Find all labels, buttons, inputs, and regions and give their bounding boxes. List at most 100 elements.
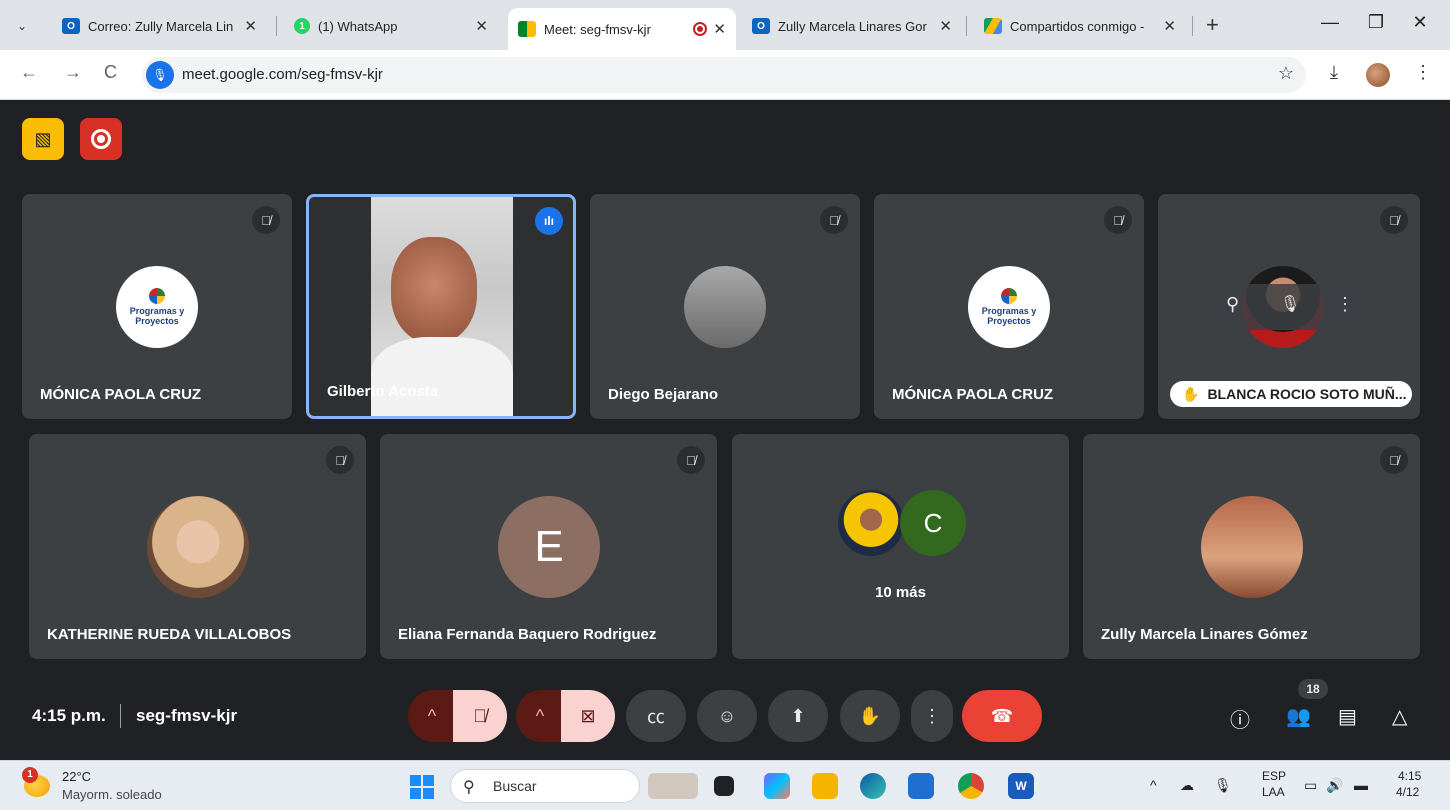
participant-avatar	[838, 490, 904, 556]
browser-toolbar: ← → C 🎙 meet.google.com/seg-fmsv-kjr ☆ ⤓…	[0, 50, 1450, 100]
audio-options-chevron-icon[interactable]: ^	[408, 690, 456, 742]
display-icon[interactable]: ▭	[1304, 777, 1317, 794]
participant-tile[interactable]: 🎙̸ Programas y Proyectos MÓNICA PAOLA CR…	[22, 194, 292, 419]
taskbar-date[interactable]: 4/12	[1396, 785, 1419, 799]
onedrive-icon[interactable]: ☁	[1180, 777, 1194, 794]
chat-icon[interactable]: ▤	[1338, 704, 1357, 729]
store-icon[interactable]	[908, 773, 934, 799]
more-options-button[interactable]: ⋮	[911, 690, 953, 742]
taskbar-search[interactable]: ⚲ Buscar	[450, 769, 640, 803]
tab-title: Compartidos conmigo -	[1010, 18, 1145, 34]
search-icon: ⚲	[463, 779, 475, 796]
more-options-icon[interactable]: ⋮	[1336, 294, 1354, 315]
participant-tile[interactable]: 🎙̸ KATHERINE RUEDA VILLALOBOS	[29, 434, 366, 659]
initial-avatar: C	[900, 490, 966, 556]
tab-meet[interactable]: Meet: seg-fmsv-kjr ✕	[508, 8, 736, 50]
close-window-button[interactable]: ✕	[1400, 12, 1440, 33]
logo-text: Proyectos	[135, 316, 179, 326]
mic-permission-icon[interactable]: 🎙	[146, 61, 174, 89]
download-icon[interactable]: ⤓	[1330, 62, 1338, 83]
taskbar-time[interactable]: 4:15	[1398, 769, 1421, 783]
pin-icon[interactable]: ⚲	[1226, 294, 1239, 315]
chrome-icon[interactable]	[958, 773, 984, 799]
search-label: Buscar	[493, 778, 537, 794]
close-icon[interactable]: ✕	[939, 17, 952, 35]
tile-hover-controls: ⚲ 🎙 ⋮	[1218, 284, 1366, 330]
tab-correo[interactable]: O Correo: Zully Marcela Lin ✕	[52, 8, 267, 44]
tab-divider	[276, 16, 277, 36]
participant-tile[interactable]: 🎙̸ Programas y Proyectos MÓNICA PAOLA CR…	[874, 194, 1144, 419]
task-view-icon[interactable]	[714, 776, 734, 796]
logo-text: Programas y	[981, 306, 1037, 316]
people-icon[interactable]: 👥	[1286, 704, 1311, 729]
participant-tile[interactable]: 🎙̸ Diego Bejarano	[590, 194, 860, 419]
input-language-layout[interactable]: LAA	[1262, 785, 1285, 799]
leave-call-button[interactable]: ☎	[962, 690, 1042, 742]
participant-name: Gilberto Acosta	[327, 383, 439, 400]
close-icon[interactable]: ✕	[475, 17, 488, 35]
camera-off-button[interactable]: ⊠	[561, 690, 615, 742]
tab-title: Correo: Zully Marcela Lin	[88, 18, 234, 34]
file-explorer-icon[interactable]	[812, 773, 838, 799]
close-icon[interactable]: ✕	[1163, 17, 1176, 35]
participant-name: BLANCA ROCIO SOTO MUÑ...	[1207, 386, 1407, 402]
weather-temperature[interactable]: 22°C	[62, 769, 91, 784]
volume-icon[interactable]: 🔊	[1326, 777, 1343, 794]
windows-start-icon[interactable]	[410, 775, 434, 799]
more-participants-tile[interactable]: C 10 más	[732, 434, 1069, 659]
search-highlight-icon[interactable]	[648, 773, 698, 799]
mute-participant-icon[interactable]: 🎙	[1280, 294, 1300, 314]
tray-overflow-icon[interactable]: ^	[1150, 777, 1157, 793]
copilot-icon[interactable]	[764, 773, 790, 799]
forward-button[interactable]: →	[64, 62, 82, 83]
edge-icon[interactable]	[860, 773, 886, 799]
bookmark-star-icon[interactable]: ☆	[1278, 63, 1294, 84]
new-tab-button[interactable]: +	[1206, 12, 1219, 38]
participant-name: MÓNICA PAOLA CRUZ	[40, 386, 202, 403]
tab-search-icon[interactable]: ⌄	[8, 12, 36, 40]
input-language[interactable]: ESP	[1262, 769, 1286, 783]
captions-button[interactable]: ㏄	[626, 690, 686, 742]
emoji-reaction-button[interactable]: ☺	[697, 690, 757, 742]
recording-badge-icon[interactable]	[80, 118, 122, 160]
back-button[interactable]: ←	[20, 62, 38, 83]
tab-drive[interactable]: Compartidos conmigo - ✕	[974, 8, 1186, 44]
reload-button[interactable]: C	[104, 62, 117, 83]
video-options-chevron-icon[interactable]: ^	[516, 690, 564, 742]
tab-divider	[1192, 16, 1193, 36]
tab-whatsapp[interactable]: 1 (1) WhatsApp ✕	[284, 8, 498, 44]
logo-text: Programas y	[129, 306, 185, 316]
raise-hand-button[interactable]: ✋	[840, 690, 900, 742]
tab-title: (1) WhatsApp	[318, 18, 398, 34]
close-icon[interactable]: ✕	[713, 20, 726, 38]
recording-icon	[693, 22, 708, 36]
restore-button[interactable]: ❐	[1356, 12, 1396, 33]
meeting-info-icon[interactable]: ⓘ	[1230, 704, 1250, 733]
profile-avatar[interactable]	[1366, 63, 1390, 87]
url-text[interactable]: meet.google.com/seg-fmsv-kjr	[182, 66, 383, 83]
weather-condition[interactable]: Mayorm. soleado	[62, 787, 162, 802]
more-participants-label: 10 más	[875, 584, 926, 601]
mic-off-button[interactable]: 🎙̸	[453, 690, 507, 742]
speaking-indicator-icon: ılı	[535, 207, 563, 235]
participant-name: Eliana Fernanda Baquero Rodriguez	[398, 626, 657, 643]
activities-icon[interactable]: △	[1392, 704, 1407, 729]
browser-tab-strip: ⌄ O Correo: Zully Marcela Lin ✕ 1 (1) Wh…	[0, 0, 1450, 50]
participant-avatar	[147, 496, 249, 598]
microphone-icon[interactable]: 🎙	[1214, 777, 1232, 794]
participant-tile[interactable]: 🎙̸ ⚲ 🎙 ⋮ ✋ BLANCA ROCIO SOTO MUÑ...	[1158, 194, 1420, 419]
participant-tile-active-speaker[interactable]: ılı Gilberto Acosta	[306, 194, 576, 419]
address-bar[interactable]: 🎙 meet.google.com/seg-fmsv-kjr ☆	[142, 57, 1306, 93]
close-icon[interactable]: ✕	[244, 17, 257, 35]
drive-icon	[984, 18, 1002, 34]
participant-tile[interactable]: 🎙̸ Zully Marcela Linares Gómez	[1083, 434, 1420, 659]
divider	[120, 704, 121, 728]
word-icon[interactable]: W	[1008, 773, 1034, 799]
menu-dots-icon[interactable]: ⋮	[1414, 62, 1432, 83]
no-camera-badge-icon[interactable]: ▧	[22, 118, 64, 160]
battery-icon[interactable]: ▬	[1354, 777, 1368, 793]
minimize-button[interactable]: —	[1310, 12, 1350, 33]
participant-tile[interactable]: 🎙̸ E Eliana Fernanda Baquero Rodriguez	[380, 434, 717, 659]
present-screen-button[interactable]: ⬆	[768, 690, 828, 742]
tab-zully[interactable]: O Zully Marcela Linares Gor ✕	[742, 8, 962, 44]
